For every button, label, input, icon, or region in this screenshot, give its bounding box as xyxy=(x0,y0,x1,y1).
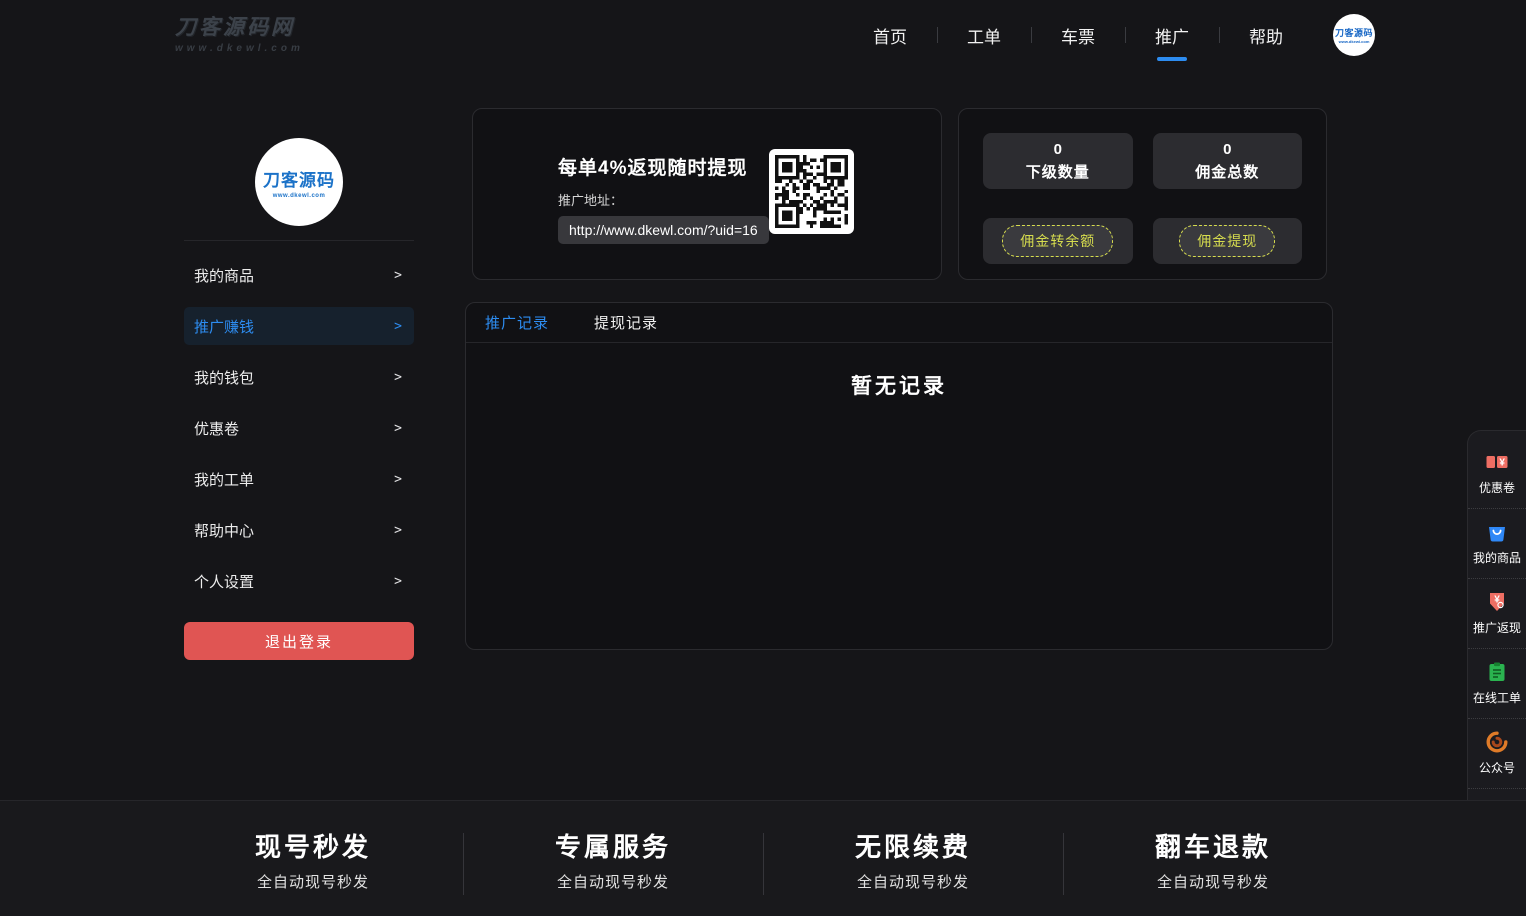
quickbar-label: 优惠卷 xyxy=(1468,479,1526,496)
svg-text:¥: ¥ xyxy=(1499,458,1505,469)
footer-title: 现号秒发 xyxy=(163,827,463,864)
chevron-right-icon: > xyxy=(394,472,402,487)
footer-col-unlimited-renewal: 无限续费 全自动现号秒发 xyxy=(763,827,1063,892)
coupon-icon: ¥ xyxy=(1485,450,1509,474)
chevron-right-icon: > xyxy=(394,268,402,283)
chevron-right-icon: > xyxy=(394,370,402,385)
site-logo-subtitle: www.dkewl.com xyxy=(175,43,304,54)
sidebar-item-label: 帮助中心 xyxy=(194,520,254,541)
stat-commission-total: 0 佣金总数 xyxy=(1153,133,1303,189)
site-logo-title: 刀客源码网 xyxy=(175,16,304,39)
quickbar-item-promotion-cashback[interactable]: ¥ 推广返现 xyxy=(1468,578,1526,648)
quickbar-label: 我的商品 xyxy=(1468,549,1526,566)
sidebar-item-promotion-earn[interactable]: 推广赚钱 > xyxy=(184,307,414,345)
official-account-icon xyxy=(1485,730,1509,754)
quickbar-item-coupons[interactable]: ¥ 优惠卷 xyxy=(1468,439,1526,508)
records-panel: 推广记录 提现记录 暂无记录 xyxy=(465,302,1333,650)
stat-subordinate-count: 0 下级数量 xyxy=(983,133,1133,189)
commission-to-balance-button[interactable]: 佣金转余额 xyxy=(1002,225,1113,257)
work-order-icon xyxy=(1485,660,1509,684)
sidebar-item-coupons[interactable]: 优惠卷 > xyxy=(184,409,414,447)
sidebar-item-label: 我的商品 xyxy=(194,265,254,286)
avatar[interactable]: 刀客源码 www.dkewl.com xyxy=(1333,14,1375,56)
main-nav: 首页 工单 车票 推广 帮助 xyxy=(843,0,1313,70)
footer-col-instant-delivery: 现号秒发 全自动现号秒发 xyxy=(163,827,463,892)
quickbar-item-official-account[interactable]: 公众号 xyxy=(1468,718,1526,788)
sidebar-item-help-center[interactable]: 帮助中心 > xyxy=(184,511,414,549)
svg-text:¥: ¥ xyxy=(1494,595,1500,606)
footer-col-refund: 翻车退款 全自动现号秒发 xyxy=(1063,827,1363,892)
bag-icon xyxy=(1485,520,1509,544)
sidebar-item-my-wallet[interactable]: 我的钱包 > xyxy=(184,358,414,396)
sidebar-item-label: 我的钱包 xyxy=(194,367,254,388)
qr-code xyxy=(769,149,854,234)
avatar-logo-subtext: www.dkewl.com xyxy=(1339,39,1370,44)
nav-item-home[interactable]: 首页 xyxy=(843,0,937,70)
quickbar-label: 公众号 xyxy=(1468,759,1526,776)
footer-title: 无限续费 xyxy=(763,827,1063,864)
sidebar: 刀客源码 www.dkewl.com 我的商品 > 推广赚钱 > 我的钱包 > … xyxy=(184,70,414,660)
empty-records-text: 暂无记录 xyxy=(466,370,1332,400)
stat-label: 佣金总数 xyxy=(1195,161,1259,182)
footer: 现号秒发 全自动现号秒发 专属服务 全自动现号秒发 无限续费 全自动现号秒发 翻… xyxy=(0,800,1526,916)
records-tab-bar: 推广记录 提现记录 xyxy=(466,303,1332,343)
stat-value: 0 xyxy=(1054,141,1062,158)
sidebar-item-label: 个人设置 xyxy=(194,571,254,592)
sidebar-logo: 刀客源码 www.dkewl.com xyxy=(255,138,343,226)
header: 刀客源码网 www.dkewl.com 首页 工单 车票 推广 帮助 刀客源码 … xyxy=(0,0,1526,70)
top-cards-row: 每单4%返现随时提现 推广地址： http://www.dkewl.com/?u… xyxy=(472,108,1333,280)
quickbar-label: 在线工单 xyxy=(1468,689,1526,706)
chevron-right-icon: > xyxy=(394,523,402,538)
sidebar-item-personal-settings[interactable]: 个人设置 > xyxy=(184,562,414,600)
nav-item-help[interactable]: 帮助 xyxy=(1219,0,1313,70)
promotion-address-label: 推广地址： xyxy=(558,190,941,209)
stat-label: 下级数量 xyxy=(1026,161,1090,182)
main-content: 每单4%返现随时提现 推广地址： http://www.dkewl.com/?u… xyxy=(465,108,1333,650)
quickbar-item-my-products[interactable]: 我的商品 xyxy=(1468,508,1526,578)
chevron-right-icon: > xyxy=(394,319,402,334)
sidebar-item-label: 我的工单 xyxy=(194,469,254,490)
cashback-icon: ¥ xyxy=(1485,590,1509,614)
promotion-url[interactable]: http://www.dkewl.com/?uid=16 xyxy=(558,216,769,244)
promotion-card: 每单4%返现随时提现 推广地址： http://www.dkewl.com/?u… xyxy=(472,108,942,280)
tab-promotion-records[interactable]: 推广记录 xyxy=(485,312,549,333)
stat-value: 0 xyxy=(1223,141,1231,158)
promotion-title: 每单4%返现随时提现 xyxy=(558,153,941,180)
sidebar-divider xyxy=(184,240,414,241)
avatar-logo-text: 刀客源码 xyxy=(1335,26,1373,39)
logout-button[interactable]: 退出登录 xyxy=(184,622,414,660)
footer-title: 专属服务 xyxy=(463,827,763,864)
stats-card: 0 下级数量 0 佣金总数 佣金转余额 佣金提现 xyxy=(958,108,1327,280)
header-right: 首页 工单 车票 推广 帮助 刀客源码 www.dkewl.com xyxy=(843,0,1375,70)
footer-title: 翻车退款 xyxy=(1063,827,1363,864)
tab-withdraw-records[interactable]: 提现记录 xyxy=(594,312,658,333)
chevron-right-icon: > xyxy=(394,421,402,436)
chevron-right-icon: > xyxy=(394,574,402,589)
nav-item-promotion[interactable]: 推广 xyxy=(1125,0,1219,70)
nav-item-work-order[interactable]: 工单 xyxy=(937,0,1031,70)
commission-withdraw-button[interactable]: 佣金提现 xyxy=(1179,225,1275,257)
sidebar-logo-text: 刀客源码 xyxy=(263,166,335,191)
sidebar-item-my-work-orders[interactable]: 我的工单 > xyxy=(184,460,414,498)
sidebar-item-my-products[interactable]: 我的商品 > xyxy=(184,256,414,294)
quickbar-item-online-work-order[interactable]: 在线工单 xyxy=(1468,648,1526,718)
nav-item-ticket[interactable]: 车票 xyxy=(1031,0,1125,70)
footer-subtitle: 全自动现号秒发 xyxy=(463,871,763,892)
quickbar-label: 推广返现 xyxy=(1468,619,1526,636)
sidebar-item-label: 推广赚钱 xyxy=(194,316,254,337)
sidebar-item-label: 优惠卷 xyxy=(194,418,239,439)
footer-subtitle: 全自动现号秒发 xyxy=(763,871,1063,892)
sidebar-menu: 我的商品 > 推广赚钱 > 我的钱包 > 优惠卷 > 我的工单 > 帮助中心 >… xyxy=(184,256,414,600)
commission-transfer-box: 佣金转余额 xyxy=(983,218,1133,264)
footer-subtitle: 全自动现号秒发 xyxy=(1063,871,1363,892)
sidebar-logo-subtext: www.dkewl.com xyxy=(273,193,326,199)
footer-col-exclusive-service: 专属服务 全自动现号秒发 xyxy=(463,827,763,892)
footer-subtitle: 全自动现号秒发 xyxy=(163,871,463,892)
qr-pattern xyxy=(775,155,848,228)
footer-columns: 现号秒发 全自动现号秒发 专属服务 全自动现号秒发 无限续费 全自动现号秒发 翻… xyxy=(163,801,1363,892)
commission-withdraw-box: 佣金提现 xyxy=(1153,218,1303,264)
site-logo[interactable]: 刀客源码网 www.dkewl.com xyxy=(175,16,304,53)
